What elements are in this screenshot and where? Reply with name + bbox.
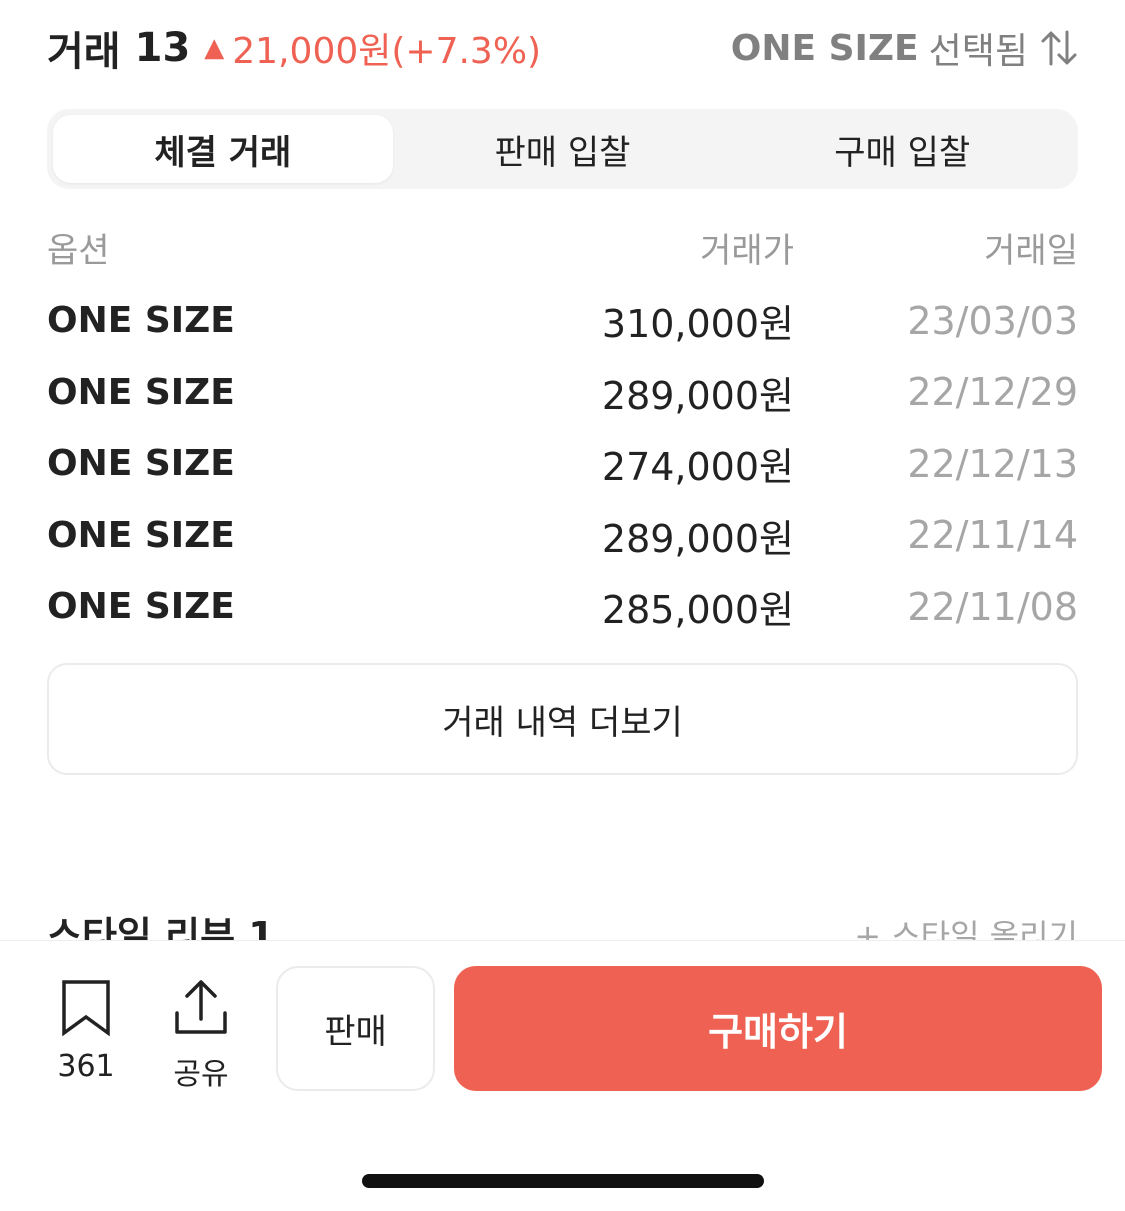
trade-title: 거래 (47, 29, 121, 75)
table-row: ONE SIZE 285,000원 22/11/08 (47, 571, 1078, 643)
sort-arrows-icon[interactable] (1040, 28, 1078, 68)
header-date: 거래일 (984, 231, 1078, 271)
row-option: ONE SIZE (47, 443, 235, 485)
price-change: ▲ 21,000원(+7.3%) (204, 22, 541, 74)
row-price: 289,000원 (601, 516, 794, 561)
trade-history-screen: 거래 13 ▲ 21,000원(+7.3%) ONE SIZE 선택됨 체결 거… (0, 0, 1125, 1211)
row-date: 22/11/08 (907, 584, 1078, 629)
row-option: ONE SIZE (47, 371, 235, 413)
table-row: ONE SIZE 274,000원 22/12/13 (47, 428, 1078, 500)
buy-button[interactable]: 구매하기 (454, 966, 1102, 1091)
table-row: ONE SIZE 289,000원 22/12/29 (47, 357, 1078, 429)
home-indicator[interactable] (362, 1174, 764, 1188)
tab-sell-bids[interactable]: 판매 입찰 (393, 115, 733, 183)
share-icon (175, 980, 227, 1034)
sell-button[interactable]: 판매 (276, 966, 435, 1091)
row-date: 22/12/29 (907, 370, 1078, 415)
bottom-action-bar: 361 공유 판매 구매하기 (0, 940, 1125, 1211)
row-price: 285,000원 (601, 588, 794, 633)
trade-count: 13 (134, 25, 191, 71)
selected-suffix: 선택됨 (928, 31, 1028, 72)
tab-concluded-trades[interactable]: 체결 거래 (53, 115, 393, 183)
row-date: 22/11/14 (907, 513, 1078, 558)
size-selector[interactable]: ONE SIZE 선택됨 (731, 22, 1078, 74)
share-button[interactable]: 공유 (161, 979, 241, 1093)
tab-buy-bids[interactable]: 구매 입찰 (732, 115, 1072, 183)
up-triangle-icon: ▲ (204, 33, 225, 63)
more-trades-button[interactable]: 거래 내역 더보기 (47, 663, 1078, 775)
price-change-text: 21,000원(+7.3%) (232, 31, 542, 72)
table-row: ONE SIZE 289,000원 22/11/14 (47, 500, 1078, 572)
trade-header: 거래 13 ▲ 21,000원(+7.3%) ONE SIZE 선택됨 (47, 22, 1078, 75)
table-header-row: 옵션 거래가 거래일 (47, 220, 1078, 275)
row-date: 23/03/03 (907, 298, 1078, 343)
upload-style-link[interactable]: + 스타일 올리기 (854, 912, 1078, 940)
style-review-title: 스타일 리뷰 1 (47, 914, 275, 940)
header-option: 옵션 (47, 231, 110, 271)
row-option: ONE SIZE (47, 514, 235, 556)
bookmark-count: 361 (57, 1049, 115, 1084)
table-row: ONE SIZE 310,000원 23/03/03 (47, 285, 1078, 357)
selected-size: ONE SIZE (730, 27, 919, 69)
row-option: ONE SIZE (47, 586, 235, 628)
trade-tabs: 체결 거래 판매 입찰 구매 입찰 (47, 109, 1078, 189)
share-label: 공유 (173, 1057, 229, 1092)
row-price: 289,000원 (601, 373, 794, 418)
bookmark-button[interactable]: 361 (46, 979, 126, 1084)
bookmark-icon (62, 980, 110, 1037)
row-option: ONE SIZE (47, 300, 235, 342)
row-price: 310,000원 (601, 302, 794, 347)
style-review-section: 스타일 리뷰 1 + 스타일 올리기 (47, 912, 1078, 940)
row-price: 274,000원 (601, 445, 794, 490)
trade-table: 옵션 거래가 거래일 ONE SIZE 310,000원 23/03/03 ON… (47, 220, 1078, 643)
header-price: 거래가 (700, 231, 794, 271)
row-date: 22/12/13 (907, 441, 1078, 486)
